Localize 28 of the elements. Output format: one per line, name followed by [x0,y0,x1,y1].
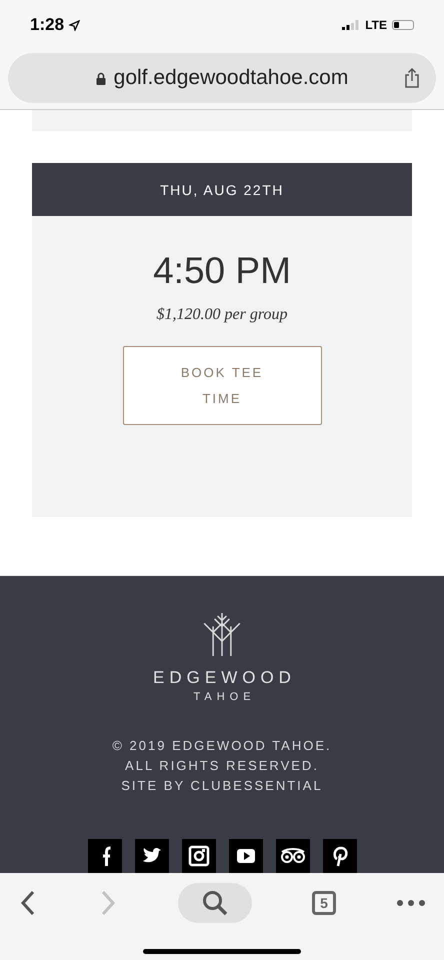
camera-icon[interactable] [182,839,216,873]
tabs-button[interactable]: 5 [312,891,336,915]
facebook-icon[interactable] [88,839,122,873]
status-time: 1:28 [30,15,64,35]
date-header: THU, AUG 22TH [32,163,412,216]
search-icon [202,890,228,916]
book-tee-time-button[interactable]: BOOK TEE TIME [122,346,322,425]
price-text: $1,120.00 per group [156,306,288,324]
owl-eyes-icon[interactable] [276,839,310,873]
url-text: golf.edgewoodtahoe.com [114,66,348,90]
footer-text: SITE BY CLUBESSENTIAL [121,778,323,793]
more-icon[interactable] [396,899,426,907]
address-bar[interactable]: golf.edgewoodtahoe.com [8,53,436,103]
bird-icon[interactable] [134,839,168,873]
video-play-icon[interactable] [228,839,262,873]
footer-text: © 2019 EDGEWOOD TAHOE. [112,738,332,753]
footer-text: ALL RIGHTS RESERVED. [125,758,319,773]
network-label: LTE [365,18,387,32]
battery-icon [392,20,414,30]
brand-subtitle: TAHOE [192,691,256,703]
search-button[interactable] [178,883,252,923]
lock-icon [96,72,106,84]
share-icon[interactable] [404,68,420,88]
location-arrow-icon [69,20,80,30]
brand-name: EDGEWOOD [152,668,296,688]
tee-time: 4:50 PM [153,250,291,292]
signal-icon [342,20,360,30]
pin-icon[interactable] [322,839,356,873]
